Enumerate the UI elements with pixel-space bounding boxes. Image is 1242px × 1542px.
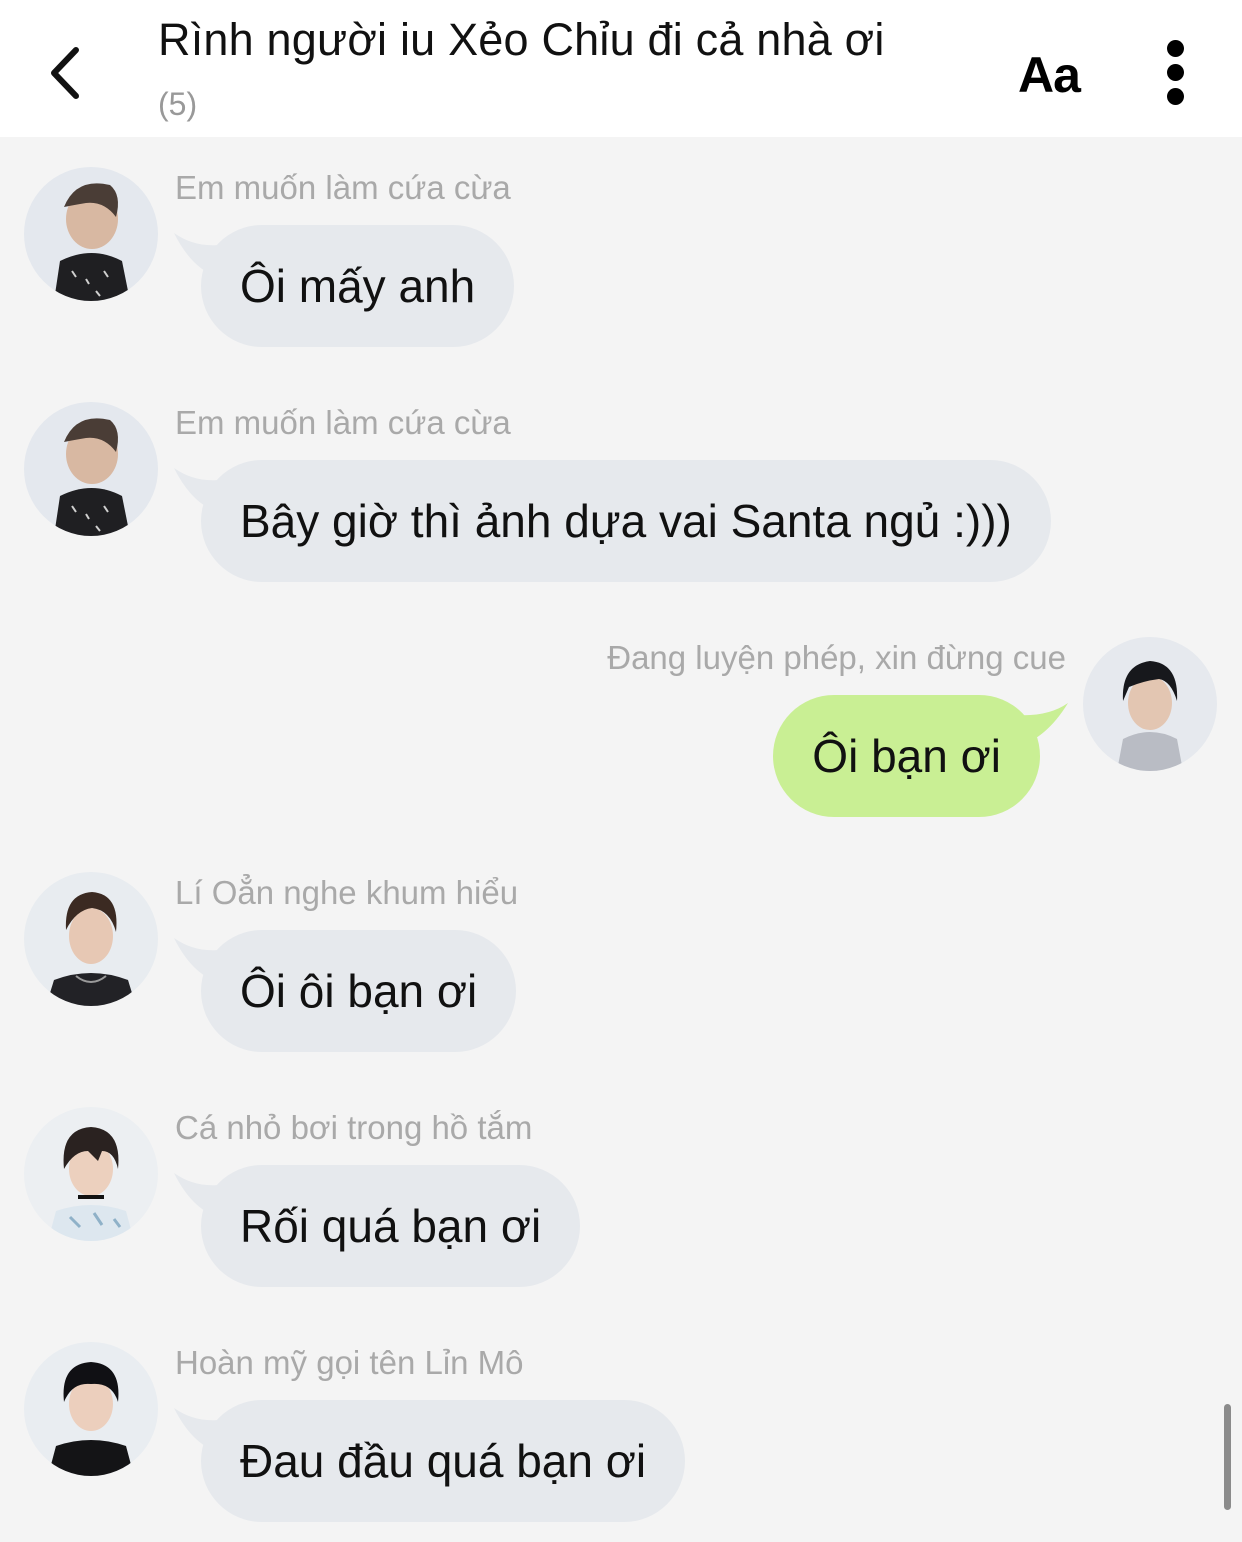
message-row: Cá nhỏ bơi trong hồ tắm Rối quá bạn ơi [0,1077,1242,1287]
message-row: Lí Oẳn nghe khum hiểu Ôi ôi bạn ơi [0,842,1242,1052]
message-row: Đang luyện phép, xin đừng cue Ôi bạn ơi [0,607,1242,817]
message-bubble[interactable]: Ôi mấy anh [201,225,515,347]
message-row: Em muốn làm cứa cừa Bây giờ thì ảnh dựa … [0,372,1242,582]
back-button[interactable] [40,38,100,108]
message-row: Em muốn làm cứa cừa Ôi mấy anh [0,137,1242,347]
chat-title: Rình người iu Xẻo Chỉu đi cả nhà ơi [158,14,885,65]
more-dot-icon [1167,88,1184,105]
sender-name: Đang luyện phép, xin đừng cue [607,639,1066,676]
chevron-left-icon [51,47,79,99]
message-bubble[interactable]: Đau đầu quá bạn ơi [201,1400,686,1522]
message-row: Hoàn mỹ gọi tên Lỉn Mô Đau đầu quá bạn ơ… [0,1312,1242,1522]
message-list[interactable]: Em muốn làm cứa cừa Ôi mấy anh Em muốn l… [0,137,1242,1542]
user-avatar[interactable] [24,1342,158,1476]
user-avatar[interactable] [24,872,158,1006]
message-bubble[interactable]: Ôi ôi bạn ơi [201,930,517,1052]
user-avatar[interactable] [24,402,158,536]
member-count: (5) [158,86,198,122]
sender-name: Em muốn làm cứa cừa [175,169,511,206]
sender-name: Hoàn mỹ gọi tên Lỉn Mô [175,1344,524,1381]
more-dot-icon [1167,64,1184,81]
user-avatar[interactable] [1083,637,1217,771]
user-avatar[interactable] [24,1107,158,1241]
sender-name: Cá nhỏ bơi trong hồ tắm [175,1109,533,1146]
sender-name: Em muốn làm cứa cừa [175,404,511,441]
chat-header: Rình người iu Xẻo Chỉu đi cả nhà ơi (5) … [0,0,1242,137]
scrollbar[interactable] [1224,1404,1231,1510]
more-options-button[interactable] [1156,36,1196,108]
more-dot-icon [1167,40,1184,57]
message-bubble[interactable]: Ôi bạn ơi [773,695,1040,817]
sender-name: Lí Oẳn nghe khum hiểu [175,874,519,911]
message-bubble[interactable]: Rối quá bạn ơi [201,1165,581,1287]
message-bubble[interactable]: Bây giờ thì ảnh dựa vai Santa ngủ :))) [201,460,1051,582]
font-size-button[interactable]: Aa [1018,46,1081,104]
user-avatar[interactable] [24,167,158,301]
